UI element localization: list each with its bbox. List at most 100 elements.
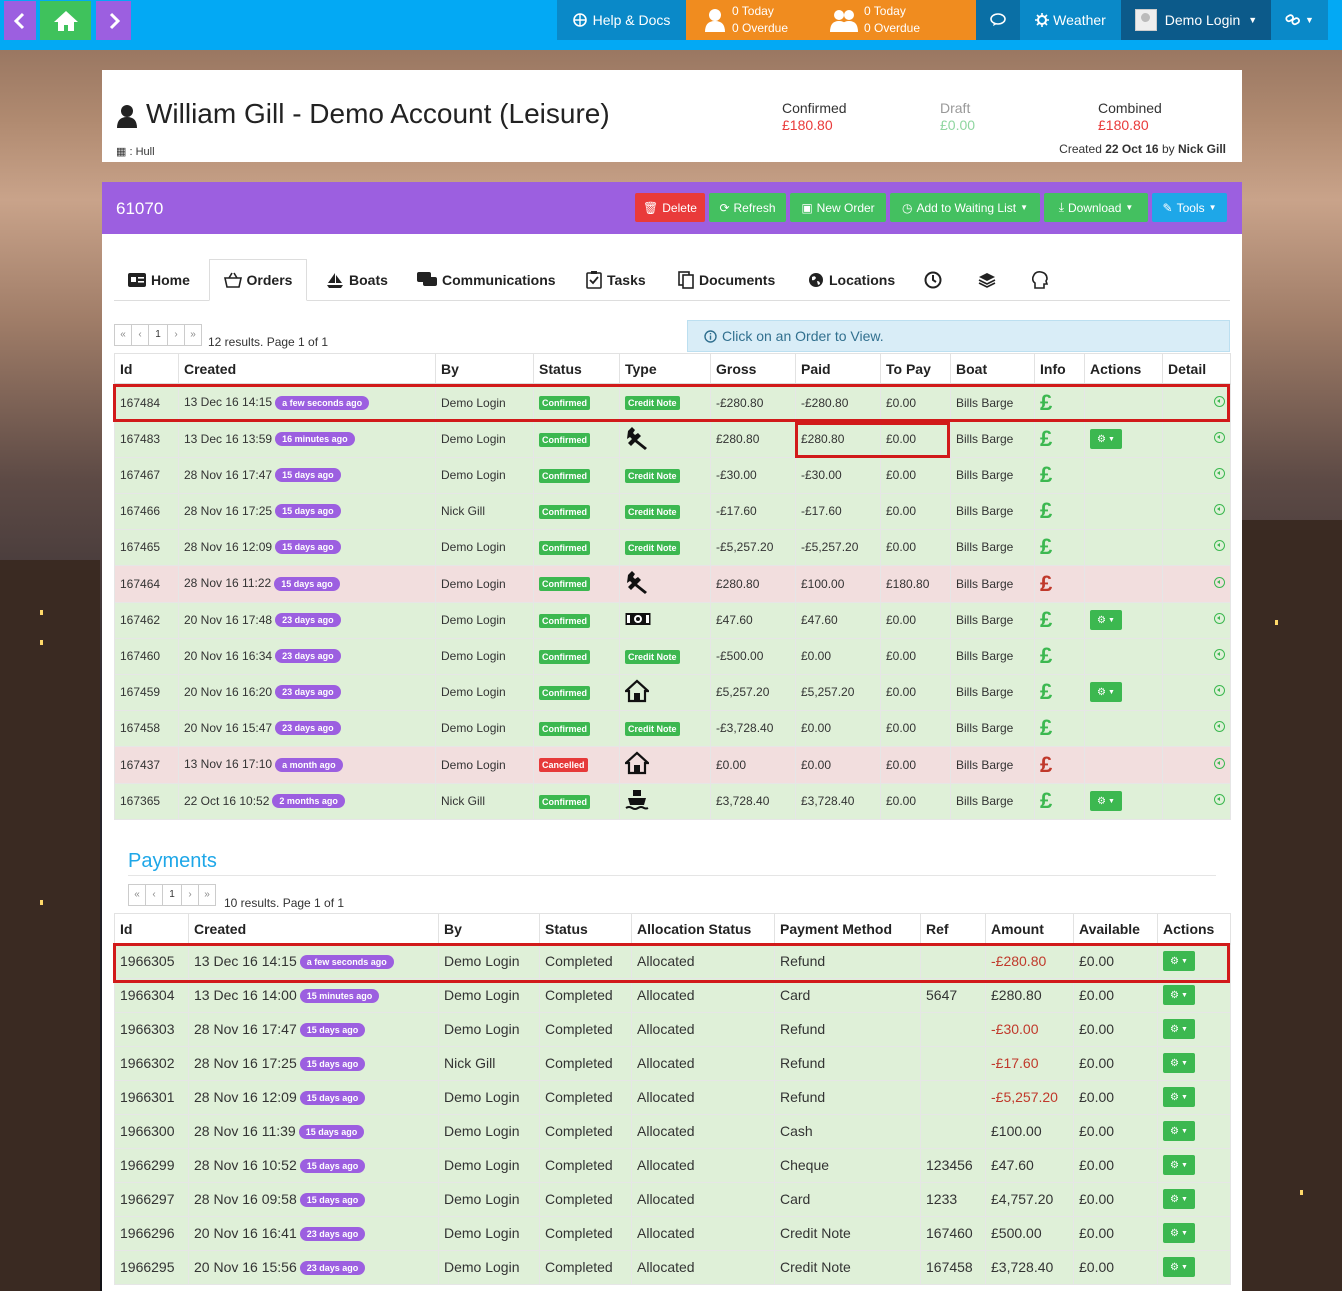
refresh-button[interactable]: ⟳ Refresh xyxy=(709,193,786,222)
row-actions-button[interactable]: ⚙ ▼ xyxy=(1163,1223,1195,1243)
col-allocation-status[interactable]: Allocation Status xyxy=(631,913,775,945)
col-to-pay[interactable]: To Pay xyxy=(880,353,951,385)
weather-link[interactable]: Weather xyxy=(1020,0,1121,40)
prev-page-button[interactable]: ‹ xyxy=(131,324,149,346)
row-actions-button[interactable]: ⚙ ▼ xyxy=(1163,1053,1195,1073)
pound-icon[interactable]: £ xyxy=(1040,715,1052,740)
tab-home[interactable]: Home xyxy=(128,259,190,300)
tools-button[interactable]: ✎ Tools ▼ xyxy=(1152,193,1227,222)
chevron-circle-icon[interactable] xyxy=(1214,540,1225,551)
pound-icon[interactable]: £ xyxy=(1040,571,1052,596)
row-actions-button[interactable]: ⚙ ▼ xyxy=(1090,682,1122,702)
forward-button[interactable] xyxy=(96,1,131,40)
payment-row[interactable]: 1966304 13 Dec 16 14:00 15 minutes ago Demo… xyxy=(114,977,1231,1013)
payment-row[interactable]: 1966296 20 Nov 16 16:41 23 days ago Demo Lo… xyxy=(114,1215,1231,1251)
tab-documents[interactable]: Documents xyxy=(678,259,775,300)
row-actions-button[interactable]: ⚙ ▼ xyxy=(1163,1121,1195,1141)
col-amount[interactable]: Amount xyxy=(985,913,1074,945)
row-actions-button[interactable]: ⚙ ▼ xyxy=(1163,1019,1195,1039)
chevron-circle-icon[interactable] xyxy=(1214,649,1225,660)
prev-page-button[interactable]: ‹ xyxy=(145,884,163,906)
col-id[interactable]: Id xyxy=(114,353,179,385)
new-order-button[interactable]: ▣ New Order xyxy=(790,193,886,222)
home-button[interactable] xyxy=(40,1,91,40)
payment-row[interactable]: 1966295 20 Nov 16 15:56 23 days ago Demo Lo… xyxy=(114,1249,1231,1285)
chevron-circle-icon[interactable] xyxy=(1214,576,1225,588)
col-created[interactable]: Created xyxy=(188,913,439,945)
order-row[interactable]: 167459 20 Nov 16 16:20 23 days ago Demo Log… xyxy=(114,673,1231,711)
help-docs-link[interactable]: Help & Docs xyxy=(557,0,686,40)
payment-row[interactable]: 1966305 13 Dec 16 14:15 a few seconds ago D… xyxy=(114,943,1231,979)
payment-row[interactable]: 1966302 28 Nov 16 17:25 15 days ago Nick Gi… xyxy=(114,1045,1231,1081)
row-actions-button[interactable]: ⚙ ▼ xyxy=(1163,1087,1195,1107)
team-todo-counter[interactable]: 0 Today 0 Overdue xyxy=(830,3,920,37)
my-todo-counter[interactable]: 0 Today 0 Overdue xyxy=(704,3,788,37)
payment-row[interactable]: 1966297 28 Nov 16 09:58 15 days ago Demo Lo… xyxy=(114,1181,1231,1217)
order-row[interactable]: 167466 28 Nov 16 17:25 15 days ago Nick Gil… xyxy=(114,492,1231,530)
tab-boats[interactable]: Boats xyxy=(326,259,388,300)
chevron-circle-icon[interactable] xyxy=(1214,468,1225,479)
row-actions-button[interactable]: ⚙ ▼ xyxy=(1163,1155,1195,1175)
chevron-circle-icon[interactable] xyxy=(1214,613,1225,624)
payment-row[interactable]: 1966299 28 Nov 16 10:52 15 days ago Demo Lo… xyxy=(114,1147,1231,1183)
row-actions-button[interactable]: ⚙ ▼ xyxy=(1163,1257,1195,1277)
col-status[interactable]: Status xyxy=(539,913,632,945)
col-boat[interactable]: Boat xyxy=(950,353,1035,385)
order-row[interactable]: 167483 13 Dec 16 13:59 16 minutes ago Demo … xyxy=(114,420,1231,458)
tab-tasks[interactable]: Tasks xyxy=(586,259,646,300)
pound-icon[interactable]: £ xyxy=(1040,390,1052,415)
col-created[interactable]: Created xyxy=(178,353,436,385)
chevron-circle-icon[interactable] xyxy=(1214,721,1225,732)
row-actions-button[interactable]: ⚙ ▼ xyxy=(1090,429,1122,449)
order-row[interactable]: 167484 13 Dec 16 14:15 a few seconds ago De… xyxy=(114,383,1231,422)
col-paid[interactable]: Paid xyxy=(795,353,881,385)
tab-history[interactable] xyxy=(924,259,942,300)
pound-icon[interactable]: £ xyxy=(1040,643,1052,668)
col-type[interactable]: Type xyxy=(619,353,711,385)
next-page-button[interactable]: › xyxy=(167,324,185,346)
first-page-button[interactable]: « xyxy=(128,884,146,906)
pound-icon[interactable]: £ xyxy=(1040,498,1052,523)
order-row[interactable]: 167467 28 Nov 16 17:47 15 days ago Demo Log… xyxy=(114,456,1231,494)
order-row[interactable]: 167462 20 Nov 16 17:48 23 days ago Demo Log… xyxy=(114,601,1231,639)
download-button[interactable]: ⤓ Download ▼ xyxy=(1044,193,1148,222)
pound-icon[interactable]: £ xyxy=(1040,752,1052,777)
last-page-button[interactable]: » xyxy=(198,884,216,906)
chat-button[interactable] xyxy=(976,0,1020,40)
back-button[interactable] xyxy=(4,1,36,40)
col-available[interactable]: Available xyxy=(1073,913,1158,945)
row-actions-button[interactable]: ⚙ ▼ xyxy=(1163,985,1195,1005)
add-waiting-list-button[interactable]: ◷ Add to Waiting List ▼ xyxy=(890,193,1040,222)
chevron-circle-icon[interactable] xyxy=(1214,685,1225,696)
pound-icon[interactable]: £ xyxy=(1040,534,1052,559)
chevron-circle-icon[interactable] xyxy=(1214,432,1225,443)
order-row[interactable]: 167458 20 Nov 16 15:47 23 days ago Demo Log… xyxy=(114,709,1231,747)
page-number[interactable]: 1 xyxy=(148,324,168,346)
row-actions-button[interactable]: ⚙ ▼ xyxy=(1090,610,1122,630)
chevron-circle-icon[interactable] xyxy=(1214,395,1225,407)
col-by[interactable]: By xyxy=(435,353,534,385)
row-actions-button[interactable]: ⚙ ▼ xyxy=(1163,951,1195,972)
chevron-circle-icon[interactable] xyxy=(1214,794,1225,805)
next-page-button[interactable]: › xyxy=(181,884,199,906)
tab-communications[interactable]: Communications xyxy=(417,259,556,300)
first-page-button[interactable]: « xyxy=(114,324,132,346)
col-by[interactable]: By xyxy=(438,913,540,945)
col-id[interactable]: Id xyxy=(114,913,189,945)
col-detail[interactable]: Detail xyxy=(1162,353,1231,385)
col-info[interactable]: Info xyxy=(1034,353,1085,385)
chevron-circle-icon[interactable] xyxy=(1214,757,1225,769)
col-payment-method[interactable]: Payment Method xyxy=(774,913,921,945)
pound-icon[interactable]: £ xyxy=(1040,462,1052,487)
pound-icon[interactable]: £ xyxy=(1040,426,1052,451)
last-page-button[interactable]: » xyxy=(184,324,202,346)
order-row[interactable]: 167465 28 Nov 16 12:09 15 days ago Demo Log… xyxy=(114,528,1231,566)
page-number[interactable]: 1 xyxy=(162,884,182,906)
payment-row[interactable]: 1966301 28 Nov 16 12:09 15 days ago Demo Lo… xyxy=(114,1079,1231,1115)
tab-insights[interactable] xyxy=(1032,259,1048,300)
user-menu[interactable]: Demo Login ▼ xyxy=(1121,0,1271,40)
order-row[interactable]: 167460 20 Nov 16 16:34 23 days ago Demo Log… xyxy=(114,637,1231,675)
col-actions[interactable]: Actions xyxy=(1084,353,1163,385)
col-ref[interactable]: Ref xyxy=(920,913,986,945)
order-row[interactable]: 167437 13 Nov 16 17:10 a month ago Demo Log… xyxy=(114,745,1231,784)
